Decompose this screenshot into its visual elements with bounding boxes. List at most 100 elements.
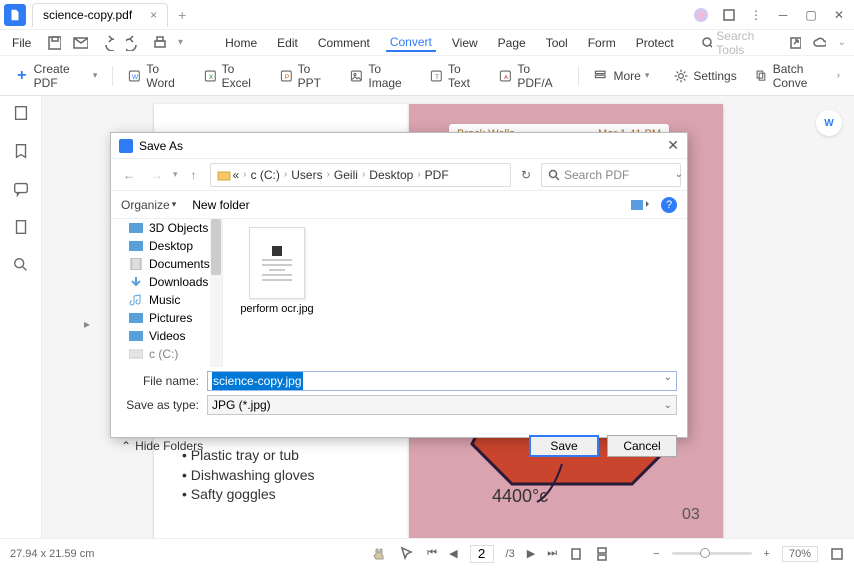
to-ppt-button[interactable]: P To PPT (274, 58, 339, 94)
hide-folders-button[interactable]: ⌃ Hide Folders (121, 439, 203, 453)
saveastype-dropdown-icon[interactable]: ⌄ (664, 400, 672, 411)
chevron-down-icon[interactable]: ⌄ (838, 37, 846, 48)
tree-item-videos[interactable]: Videos (111, 327, 222, 345)
file-item[interactable]: perform ocr.jpg (237, 227, 317, 315)
filename-dropdown-icon[interactable]: ⌄ (664, 372, 672, 383)
nav-back-button[interactable]: ← (117, 163, 141, 187)
maximize-button[interactable]: ▢ (804, 8, 818, 22)
tree-item-music[interactable]: Music (111, 291, 222, 309)
fit-page-icon[interactable] (830, 547, 844, 561)
print-icon[interactable] (152, 35, 166, 51)
organize-button[interactable]: Organize ▾ (121, 198, 176, 212)
undo-icon[interactable] (100, 35, 114, 51)
tree-item-documents[interactable]: Documents (111, 255, 222, 273)
create-pdf-button[interactable]: + Create PDF ▾ (8, 58, 103, 94)
menu-tool[interactable]: Tool (542, 34, 572, 52)
single-page-icon[interactable] (569, 547, 583, 561)
menu-page[interactable]: Page (494, 34, 530, 52)
zoom-out-button[interactable]: − (653, 548, 659, 560)
menu-convert[interactable]: Convert (386, 33, 436, 52)
document-tab[interactable]: science-copy.pdf × (32, 3, 168, 27)
batch-convert-button[interactable]: Batch Conve › (749, 58, 846, 94)
tree-item-downloads[interactable]: Downloads (111, 273, 222, 291)
qat-dropdown-icon[interactable]: ▾ (178, 37, 183, 48)
more-icon (593, 68, 609, 84)
refresh-button[interactable]: ↻ (515, 164, 537, 186)
word-badge-icon[interactable]: W (816, 110, 842, 136)
mail-icon[interactable] (73, 35, 87, 51)
to-excel-button[interactable]: X To Excel (198, 58, 268, 94)
tab-title: science-copy.pdf (43, 8, 132, 22)
first-page-button[interactable]: ⏮ (427, 547, 437, 560)
cancel-button[interactable]: Cancel (607, 435, 677, 457)
files-pane[interactable]: perform ocr.jpg (223, 219, 687, 367)
share-icon[interactable] (789, 36, 801, 50)
account-icon[interactable] (694, 8, 708, 22)
redo-icon[interactable] (126, 35, 140, 51)
svg-text:A: A (504, 74, 508, 80)
add-tab-button[interactable]: + (178, 7, 186, 23)
zoom-slider[interactable] (672, 552, 752, 555)
dialog-close-button[interactable]: ✕ (667, 137, 679, 154)
close-tab-icon[interactable]: × (150, 8, 157, 22)
zoom-level[interactable]: 70% (782, 546, 818, 562)
search-tools[interactable]: Search Tools (702, 29, 777, 57)
menu-home[interactable]: Home (221, 34, 261, 52)
menu-edit[interactable]: Edit (273, 34, 302, 52)
menu-comment[interactable]: Comment (314, 34, 374, 52)
notification-icon[interactable] (722, 8, 736, 22)
new-folder-button[interactable]: New folder (192, 198, 249, 212)
menu-view[interactable]: View (448, 34, 482, 52)
view-options-button[interactable] (631, 198, 649, 212)
tree-item-desktop[interactable]: Desktop (111, 237, 222, 255)
breadcrumb[interactable]: «› c (C:)› Users› Geili› Desktop› PDF ⌄ (210, 163, 511, 187)
search-folder-input[interactable]: Search PDF (541, 163, 681, 187)
minimize-button[interactable]: ─ (776, 8, 790, 22)
thumbnails-icon[interactable] (12, 104, 30, 122)
settings-button[interactable]: Settings (667, 64, 742, 88)
file-menu[interactable]: File (8, 34, 35, 52)
expand-panel-icon[interactable]: ▸ (84, 317, 92, 331)
recent-dropdown-icon[interactable]: ▾ (173, 169, 178, 180)
word-icon: W (128, 68, 142, 84)
tree-item-pictures[interactable]: Pictures (111, 309, 222, 327)
menu-protect[interactable]: Protect (632, 34, 678, 52)
continuous-page-icon[interactable] (595, 547, 609, 561)
to-text-button[interactable]: T To Text (424, 58, 487, 94)
attachment-icon[interactable] (12, 218, 30, 236)
app-icon (4, 4, 26, 26)
tree-scrollbar[interactable] (210, 219, 222, 367)
next-page-button[interactable]: ▶ (527, 547, 535, 560)
page-input[interactable] (470, 545, 494, 563)
zoom-in-button[interactable]: + (764, 548, 770, 560)
svg-text:P: P (284, 73, 288, 80)
to-word-button[interactable]: W To Word (122, 58, 191, 94)
last-page-button[interactable]: ⏭ (547, 547, 557, 560)
more-button[interactable]: More ▾ (587, 64, 655, 88)
saveastype-select[interactable]: JPG (*.jpg) ⌄ (207, 395, 677, 415)
tree-item-3d-objects[interactable]: 3D Objects (111, 219, 222, 237)
bookmark-icon[interactable] (12, 142, 30, 160)
select-tool-icon[interactable] (399, 546, 415, 562)
text-icon: T (430, 68, 444, 84)
tree-item-drive-c[interactable]: c (C:) (111, 345, 222, 363)
menu-form[interactable]: Form (584, 34, 620, 52)
to-image-button[interactable]: To Image (344, 58, 418, 94)
help-icon[interactable]: ? (661, 197, 677, 213)
search-panel-icon[interactable] (12, 256, 30, 274)
close-window-button[interactable]: ✕ (832, 8, 846, 22)
save-icon[interactable] (47, 35, 61, 51)
saveastype-label: Save as type: (121, 398, 207, 412)
breadcrumb-dropdown-icon[interactable]: ⌄ (675, 169, 683, 180)
comment-icon[interactable] (12, 180, 30, 198)
cloud-icon[interactable] (813, 36, 825, 50)
save-button[interactable]: Save (529, 435, 599, 457)
nav-forward-button[interactable]: → (145, 163, 169, 187)
prev-page-button[interactable]: ◀ (449, 547, 457, 560)
hand-tool-icon[interactable] (371, 546, 387, 562)
kebab-menu-icon[interactable]: ⋮ (750, 8, 762, 22)
gear-icon (673, 68, 689, 84)
to-pdfa-button[interactable]: A To PDF/A (493, 58, 568, 94)
nav-up-button[interactable]: ↑ (182, 163, 206, 187)
filename-input[interactable]: science-copy.jpg ⌄ (207, 371, 677, 391)
